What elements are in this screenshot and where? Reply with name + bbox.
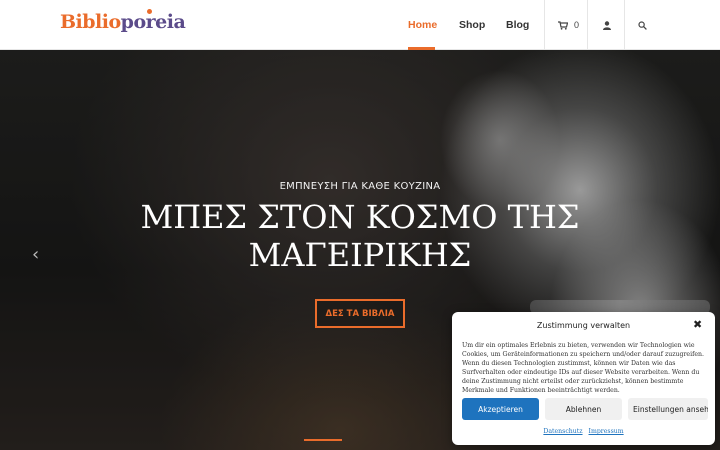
site-logo[interactable]: Biblioporeia xyxy=(60,11,186,33)
search-button[interactable] xyxy=(638,0,647,50)
close-icon[interactable]: ✖ xyxy=(693,318,702,331)
consent-text: Um dir ein optimales Erlebnis zu bieten,… xyxy=(462,342,704,394)
site-header: Biblioporeia Home Shop Blog 0 xyxy=(0,0,720,50)
user-icon xyxy=(603,20,611,30)
header-divider xyxy=(587,0,588,50)
consent-links: Datenschutz Impressum xyxy=(452,428,715,435)
nav-home[interactable]: Home xyxy=(408,0,437,50)
slide-indicator[interactable] xyxy=(304,439,342,441)
header-divider xyxy=(544,0,545,50)
account-button[interactable] xyxy=(603,0,611,50)
view-books-button[interactable]: ΔΕΣ ΤΑ ΒΙΒΛΙΑ xyxy=(315,299,405,328)
deny-button[interactable]: Ablehnen xyxy=(545,398,622,420)
accept-button[interactable]: Akzeptieren xyxy=(462,398,539,420)
cart-button[interactable]: 0 xyxy=(558,0,579,50)
nav-blog[interactable]: Blog xyxy=(506,0,529,50)
nav-shop[interactable]: Shop xyxy=(459,0,485,50)
hero-title-line2: ΜΑΓΕΙΡΙΚΗΣ xyxy=(248,236,472,274)
hero-subtitle: ΕΜΠΝΕΥΣΗ ΓΙΑ ΚΑΘΕ ΚΟΥΖΙΝΑ xyxy=(279,181,441,192)
consent-title: Zustimmung verwalten xyxy=(536,321,631,330)
search-icon xyxy=(638,20,647,30)
hero-title: ΜΠΕΣ ΣΤΟΝ ΚΟΣΜΟ ΤΗΣ ΜΑΓΕΙΡΙΚΗΣ xyxy=(0,198,720,274)
logo-part1: Biblio xyxy=(60,11,121,33)
imprint-link[interactable]: Impressum xyxy=(589,428,624,435)
nav-active-underline xyxy=(408,47,435,50)
cart-icon xyxy=(558,20,568,30)
cookie-consent-dialog: Zustimmung verwalten ✖ Um dir ein optima… xyxy=(452,312,715,445)
logo-dot xyxy=(147,9,152,14)
settings-button[interactable]: Einstellungen ansehen xyxy=(628,398,708,420)
privacy-link[interactable]: Datenschutz xyxy=(543,428,582,435)
cart-count: 0 xyxy=(574,20,580,30)
logo-part2: poreia xyxy=(120,11,186,33)
header-divider xyxy=(624,0,625,50)
slider-prev-arrow[interactable]: ‹ xyxy=(32,244,39,265)
hero-title-line1: ΜΠΕΣ ΣΤΟΝ ΚΟΣΜΟ ΤΗΣ xyxy=(140,198,580,236)
